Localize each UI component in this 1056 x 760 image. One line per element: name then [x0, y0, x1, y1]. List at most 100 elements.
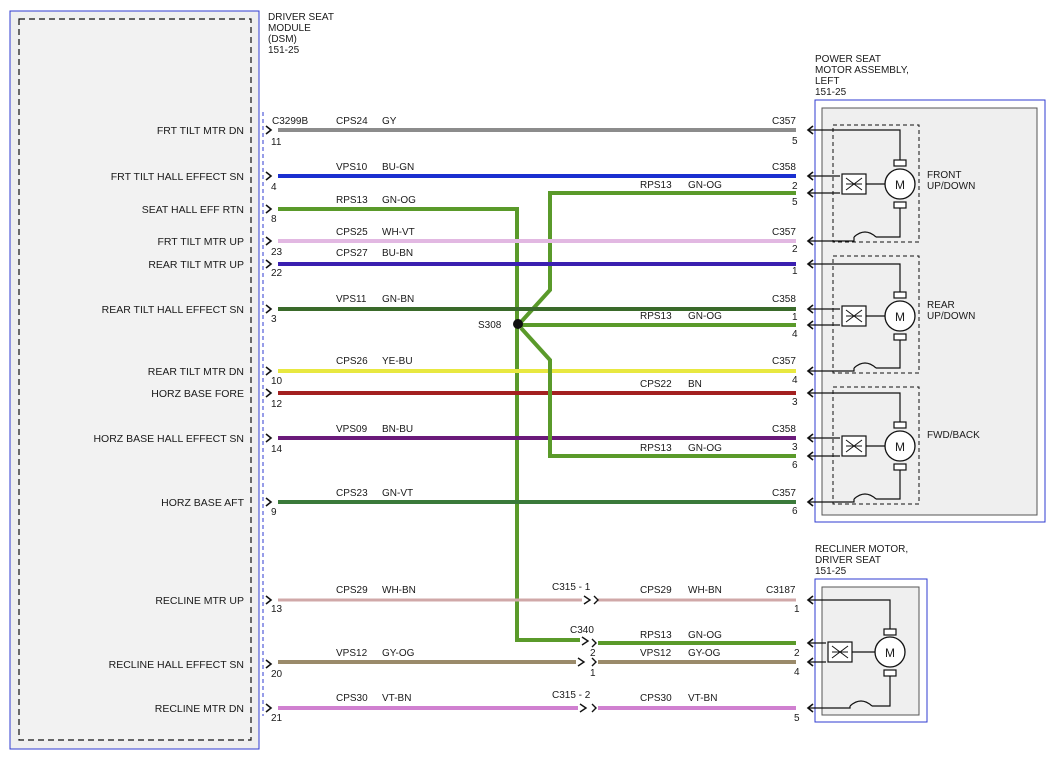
pin-c357-3: 3: [792, 397, 798, 408]
psm-title-line-2: MOTOR ASSEMBLY,: [815, 65, 909, 76]
pin-c357-4: 4: [792, 375, 798, 386]
pin-c358-6: 6: [792, 460, 798, 471]
dsm-pin-3: 3: [271, 314, 277, 325]
pin-c357-5: 5: [792, 136, 798, 147]
inline-c340: C340: [570, 625, 594, 636]
motor-front-symbol: M: [895, 178, 905, 192]
pin-label-horz-base-aft: HORZ BASE AFT: [161, 497, 244, 509]
inline-c340-pin-1: 1: [590, 668, 596, 679]
pin-label-seat-hall-eff-rtn: SEAT HALL EFF RTN: [142, 204, 244, 216]
color-gn-og-rear: GN-OG: [688, 311, 722, 322]
pin-c358-3: 3: [792, 442, 798, 453]
circuit-cps23: CPS23: [336, 488, 368, 499]
color-vt-bn-dsm: VT-BN: [382, 693, 411, 704]
pin-c357-6: 6: [792, 506, 798, 517]
power-seat-motor-assembly: POWER SEAT MOTOR ASSEMBLY, LEFT 151-25 M…: [809, 54, 1046, 523]
color-gn-og-recliner: GN-OG: [688, 630, 722, 641]
motor-fwd-back-label: FWD/BACK: [927, 430, 980, 441]
conn-c3187: C3187: [766, 585, 796, 596]
color-ye-bu: YE-BU: [382, 356, 413, 367]
right-connector-arrows: [807, 125, 814, 713]
right-connector-labels: C357 5 C358 2 5 C357 2 1 C358 1 4 C357 4…: [766, 116, 800, 724]
recliner-motor: RECLINER MOTOR, DRIVER SEAT 151-25 M: [809, 544, 928, 723]
inline-c340-pin-2: 2: [590, 648, 596, 659]
pin-c3187-5: 5: [794, 713, 800, 724]
pin-label-rear-tilt-mtr-up: REAR TILT MTR UP: [148, 259, 244, 271]
wire-rps13-front: [519, 191, 796, 324]
dsm-title-line-4: 151-25: [268, 45, 300, 56]
dsm-connector-pins: 11 4 8 23 22 3 10 12 14 9 13 20 21: [265, 125, 283, 724]
circuit-cps25: CPS25: [336, 227, 368, 238]
pin-c3187-2: 2: [794, 648, 800, 659]
pin-label-rear-tilt-hall-effect-sn: REAR TILT HALL EFFECT SN: [102, 304, 244, 316]
psm-title-line-1: POWER SEAT: [815, 54, 881, 65]
wire-labels: CPS24 GY VPS10 BU-GN RPS13 GN-OG RPS13 G…: [336, 116, 722, 704]
pin-label-frt-tilt-hall-effect-sn: FRT TILT HALL EFFECT SN: [111, 171, 244, 183]
conn-c358-c: C358: [772, 424, 796, 435]
pin-label-recline-mtr-up: RECLINE MTR UP: [155, 595, 244, 607]
pin-label-rear-tilt-mtr-dn: REAR TILT MTR DN: [148, 366, 244, 378]
circuit-vps12-dsm: VPS12: [336, 648, 368, 659]
color-vt-bn-recliner: VT-BN: [688, 693, 717, 704]
circuit-rps13-dsm: RPS13: [336, 195, 368, 206]
circuit-rps13-fwd: RPS13: [640, 443, 672, 454]
motor-front-label-2: UP/DOWN: [927, 181, 975, 192]
circuit-vps12-recliner: VPS12: [640, 648, 672, 659]
dsm-pin-20: 20: [271, 669, 283, 680]
circuit-vps10: VPS10: [336, 162, 368, 173]
motor-rear-label-1: REAR: [927, 300, 955, 311]
color-wh-bn-recliner: WH-BN: [688, 585, 722, 596]
circuit-cps29-dsm: CPS29: [336, 585, 368, 596]
color-bn-bu: BN-BU: [382, 424, 413, 435]
inline-c315-2: C315 - 2: [552, 690, 591, 701]
inline-c315-1: C315 - 1: [552, 582, 591, 593]
conn-c358-b: C358: [772, 294, 796, 305]
color-gn-og-front: GN-OG: [688, 180, 722, 191]
conn-c358-a: C358: [772, 162, 796, 173]
pin-c358-2: 2: [792, 181, 798, 192]
dsm-pin-23: 23: [271, 247, 283, 258]
color-bn: BN: [688, 379, 702, 390]
circuit-cps30-dsm: CPS30: [336, 693, 368, 704]
dsm-title-line-1: DRIVER SEAT: [268, 12, 334, 23]
conn-c357-b: C357: [772, 227, 796, 238]
splice-label: S308: [478, 320, 502, 331]
dsm-pin-8: 8: [271, 214, 277, 225]
circuit-vps09: VPS09: [336, 424, 368, 435]
motor-fwd-back-symbol: M: [895, 440, 905, 454]
conn-c357-c: C357: [772, 356, 796, 367]
color-gy: GY: [382, 116, 397, 127]
splice-s308: [513, 319, 523, 329]
pin-label-frt-tilt-mtr-dn: FRT TILT MTR DN: [157, 125, 244, 137]
color-gn-og-fwd: GN-OG: [688, 443, 722, 454]
dsm-pin-9: 9: [271, 507, 277, 518]
psm-title-line-4: 151-25: [815, 87, 847, 98]
pin-c358-1: 1: [792, 312, 798, 323]
circuit-cps30-recliner: CPS30: [640, 693, 672, 704]
color-gn-bn: GN-BN: [382, 294, 414, 305]
circuit-cps27: CPS27: [336, 248, 368, 259]
recliner-title-line-2: DRIVER SEAT: [815, 555, 881, 566]
circuit-vps11: VPS11: [336, 294, 367, 305]
wiring-diagram: DRIVER SEAT MODULE (DSM) 151-25 C3299B F…: [9, 10, 1046, 750]
recliner-title-line-3: 151-25: [815, 566, 847, 577]
pin-label-horz-base-fore: HORZ BASE FORE: [151, 388, 244, 400]
circuit-rps13-front: RPS13: [640, 180, 672, 191]
dsm-pin-21: 21: [271, 713, 283, 724]
motor-rear-label-2: UP/DOWN: [927, 311, 975, 322]
wire-rps13-main: [278, 207, 580, 642]
circuit-rps13-recliner: RPS13: [640, 630, 672, 641]
motor-recliner-symbol: M: [885, 646, 895, 660]
pin-c3187-4: 4: [794, 667, 800, 678]
pin-label-horz-base-hall-effect-sn: HORZ BASE HALL EFFECT SN: [93, 433, 244, 445]
dsm-pin-12: 12: [271, 399, 283, 410]
dsm-title-line-2: MODULE: [268, 23, 311, 34]
pin-c358-5: 5: [792, 197, 798, 208]
motor-front-label-1: FRONT: [927, 170, 961, 181]
circuit-cps29-recliner: CPS29: [640, 585, 672, 596]
dsm-pin-4: 4: [271, 182, 277, 193]
dsm-pin-11: 11: [271, 137, 282, 148]
circuit-cps26: CPS26: [336, 356, 368, 367]
wires: S308: [278, 128, 796, 710]
color-wh-vt: WH-VT: [382, 227, 415, 238]
